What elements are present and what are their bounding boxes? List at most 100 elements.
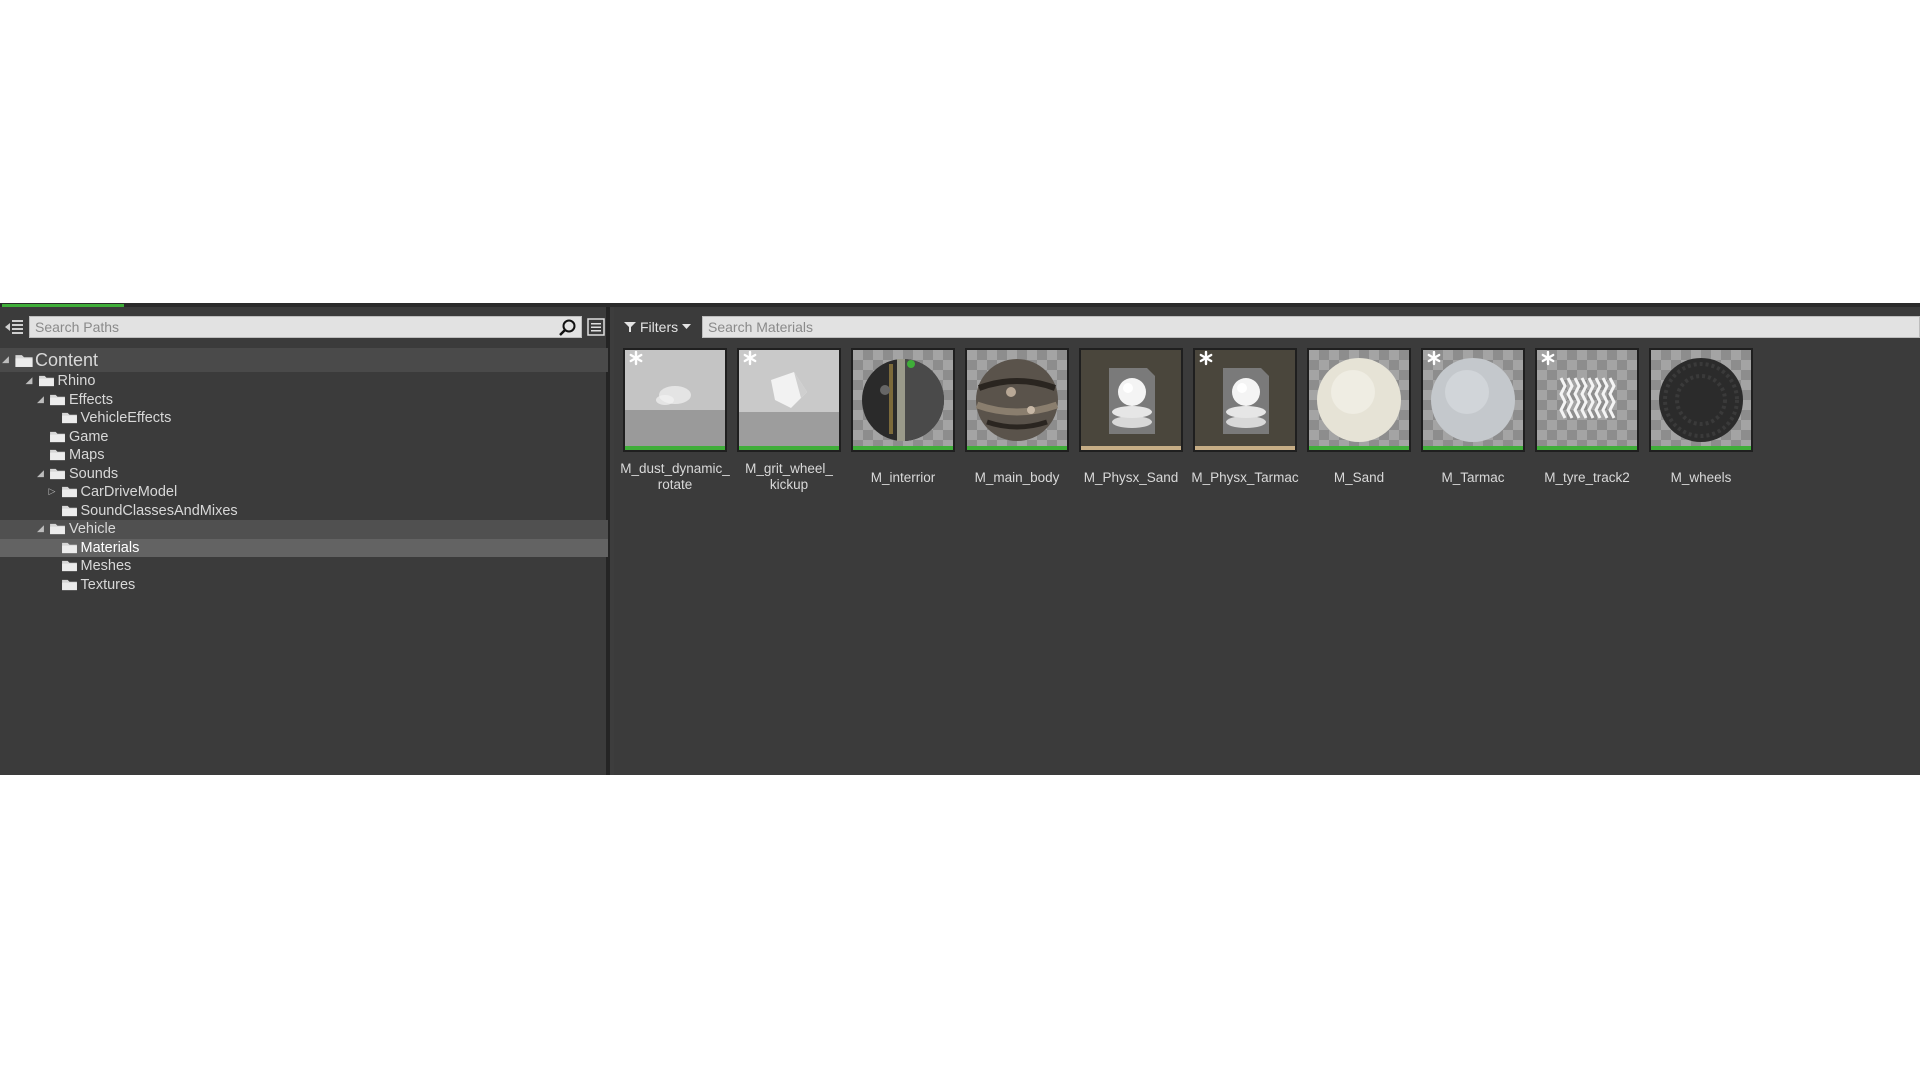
physical-material-icon xyxy=(1081,350,1181,446)
assets-panel: Filters M_dust_dynamic_rotateM_grit_whee… xyxy=(614,307,1920,775)
tree-item-meshes[interactable]: Meshes xyxy=(0,557,608,576)
search-materials-input[interactable] xyxy=(703,317,1919,337)
tree-item-label: Meshes xyxy=(80,558,132,575)
asset-tile[interactable]: M_Sand xyxy=(1307,348,1411,486)
asset-name-line: M_dust_dynamic_ xyxy=(620,461,730,476)
asset-thumbnail[interactable] xyxy=(851,348,955,452)
tree-item-label: Rhino xyxy=(57,373,96,390)
tree-item-cardrivemodel[interactable]: ▷ CarDriveModel xyxy=(0,483,608,502)
folder-icon xyxy=(49,467,67,481)
folder-tree: ◢ Content ◢ Rhino ◢ Effects VehicleEffects Game… xyxy=(0,348,610,594)
asset-thumbnail[interactable] xyxy=(1649,348,1753,452)
asset-tile[interactable]: M_wheels xyxy=(1649,348,1753,486)
asset-type-bar xyxy=(1081,446,1181,450)
asset-tile[interactable]: M_dust_dynamic_ rotate xyxy=(620,348,730,493)
search-materials-field[interactable] xyxy=(702,316,1920,338)
search-icon[interactable] xyxy=(557,318,577,338)
asset-type-bar xyxy=(1537,446,1637,450)
collapse-sources-icon[interactable] xyxy=(4,318,24,336)
asset-name-line: M_interrior xyxy=(870,470,936,485)
asset-type-bar xyxy=(1195,446,1295,450)
asset-tile[interactable]: M_Physx_Sand xyxy=(1079,348,1183,486)
asset-name-line: M_Physx_Tarmac xyxy=(1191,470,1299,485)
asset-type-bar xyxy=(853,446,953,450)
sphere-material-icon xyxy=(853,350,953,446)
content-browser: ◢ Content ◢ Rhino ◢ Effects VehicleEffectsGame… xyxy=(0,303,1920,775)
folder-icon xyxy=(61,485,79,499)
asset-type-bar xyxy=(1423,446,1523,450)
asset-tile[interactable]: M_tyre_track2 xyxy=(1535,348,1639,486)
asset-tile[interactable]: M_main_body xyxy=(965,348,1069,486)
asset-tile[interactable]: M_Tarmac xyxy=(1421,348,1525,486)
asset-grid: M_dust_dynamic_ rotate M_grit_wheel_ kickup… xyxy=(620,348,1913,768)
sphere-material-icon xyxy=(1309,350,1409,446)
sphere-material-icon xyxy=(967,350,1067,446)
asset-thumbnail[interactable] xyxy=(1193,348,1297,452)
tree-item-effects[interactable]: ◢ Effects xyxy=(0,391,608,410)
tree-item-label: VehicleEffects xyxy=(80,410,172,427)
search-paths-input[interactable] xyxy=(30,317,550,337)
folder-icon xyxy=(38,374,56,388)
asset-type-bar xyxy=(739,446,839,450)
asset-tile[interactable]: M_grit_wheel_ kickup xyxy=(737,348,841,493)
asset-thumbnail[interactable] xyxy=(623,348,727,452)
asset-name-line: kickup xyxy=(769,477,809,492)
expanded-arrow-icon[interactable]: ◢ xyxy=(37,468,47,478)
filter-icon xyxy=(624,322,636,332)
tree-item-rhino[interactable]: ◢ Rhino xyxy=(0,372,608,391)
folder-icon xyxy=(49,430,67,444)
asset-type-bar xyxy=(1651,446,1751,450)
paths-toolbar xyxy=(0,315,610,339)
tree-item-materials[interactable]: Materials xyxy=(0,538,608,557)
tree-item-label: Content xyxy=(35,350,99,370)
collapsed-arrow-icon[interactable]: ▷ xyxy=(49,486,59,496)
folder-icon xyxy=(14,352,33,367)
asset-thumbnail[interactable] xyxy=(1421,348,1525,452)
folder-icon xyxy=(61,411,79,425)
asset-thumbnail[interactable] xyxy=(1535,348,1639,452)
tree-item-vehicle[interactable]: ◢ Vehicle xyxy=(0,520,608,539)
asset-tile[interactable]: M_interrior xyxy=(851,348,955,486)
folder-icon xyxy=(61,559,79,573)
tree-item-label: Effects xyxy=(69,391,114,408)
paths-panel: ◢ Content ◢ Rhino ◢ Effects VehicleEffectsGame… xyxy=(0,307,610,775)
folder-icon xyxy=(61,578,79,592)
search-paths-field[interactable] xyxy=(29,316,582,338)
tree-item-vehicleeffects[interactable]: VehicleEffects xyxy=(0,409,608,428)
asset-thumbnail[interactable] xyxy=(1079,348,1183,452)
asset-name: M_dust_dynamic_ rotate xyxy=(615,461,735,493)
asset-name-line: M_tyre_track2 xyxy=(1544,470,1630,485)
tree-item-game[interactable]: Game xyxy=(0,428,608,447)
view-options-icon[interactable] xyxy=(587,318,605,336)
tree-item-label: Materials xyxy=(80,539,140,556)
expanded-arrow-icon[interactable]: ◢ xyxy=(37,394,47,404)
asset-thumbnail[interactable] xyxy=(1307,348,1411,452)
folder-icon xyxy=(49,448,67,462)
tree-item-content[interactable]: ◢ Content xyxy=(0,348,608,372)
tree-item-sounds[interactable]: ◢ Sounds xyxy=(0,465,608,484)
expanded-arrow-icon[interactable]: ◢ xyxy=(2,354,12,364)
asset-name: M_interrior xyxy=(843,470,963,486)
asset-type-bar xyxy=(967,446,1067,450)
folder-icon xyxy=(49,522,67,536)
tree-item-label: SoundClassesAndMixes xyxy=(80,502,238,519)
asset-thumbnail[interactable] xyxy=(965,348,1069,452)
tree-item-textures[interactable]: Textures xyxy=(0,576,608,595)
filters-button[interactable]: Filters xyxy=(624,317,692,337)
asset-thumbnail[interactable] xyxy=(737,348,841,452)
folder-icon xyxy=(61,504,79,518)
expanded-arrow-icon[interactable]: ◢ xyxy=(37,523,47,533)
asset-tile[interactable]: M_Physx_Tarmac xyxy=(1191,348,1299,486)
expanded-arrow-icon[interactable]: ◢ xyxy=(26,375,36,385)
tree-item-label: Vehicle xyxy=(69,521,116,538)
tree-item-soundclassesandmixes[interactable]: SoundClassesAndMixes xyxy=(0,502,608,521)
tree-item-maps[interactable]: Maps xyxy=(0,446,608,465)
asset-name: M_Physx_Sand xyxy=(1071,470,1191,486)
asset-name: M_grit_wheel_ kickup xyxy=(729,461,849,493)
asset-name-line: M_Sand xyxy=(1333,470,1385,485)
asset-name: M_Sand xyxy=(1299,470,1419,486)
folder-icon xyxy=(61,541,79,555)
asset-name-line: M_main_body xyxy=(974,470,1060,485)
sphere-material-icon xyxy=(1651,350,1751,446)
asset-name: M_Physx_Tarmac xyxy=(1185,470,1305,486)
